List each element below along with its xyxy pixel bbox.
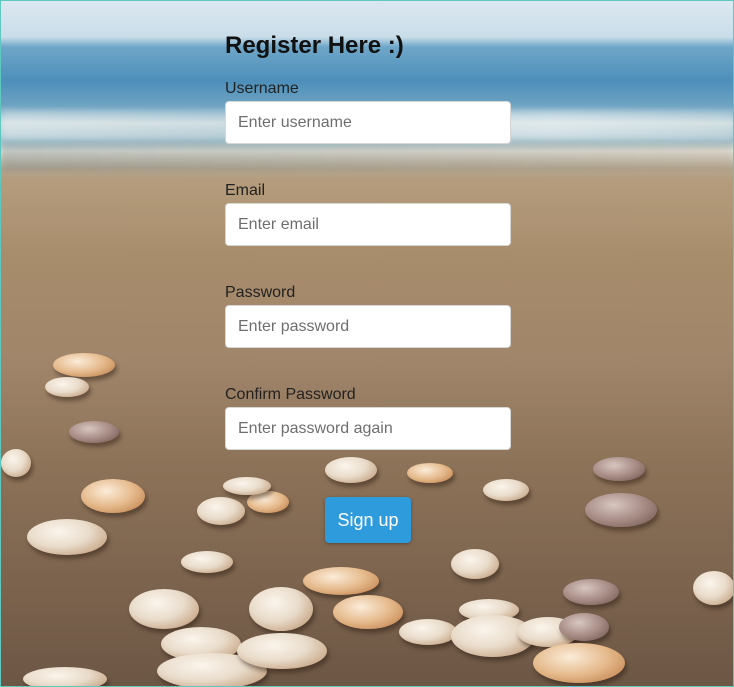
confirm-password-input[interactable] — [225, 407, 511, 450]
shell-decoration — [399, 619, 457, 645]
shell-decoration — [69, 421, 119, 443]
shell-decoration — [45, 377, 89, 397]
shell-decoration — [483, 479, 529, 501]
shell-decoration — [451, 549, 499, 579]
shell-decoration — [407, 463, 453, 483]
shell-decoration — [23, 667, 107, 686]
shell-decoration — [325, 457, 377, 483]
form-title: Register Here :) — [225, 32, 404, 59]
confirm-password-group: Confirm Password — [225, 385, 512, 450]
shell-decoration — [27, 519, 107, 555]
shell-decoration — [249, 587, 313, 631]
shell-decoration — [303, 567, 379, 595]
username-label: Username — [225, 80, 299, 97]
shell-decoration — [237, 633, 327, 669]
shell-decoration — [593, 457, 645, 481]
register-form: Register Here :) Username Email Password… — [225, 29, 512, 543]
shell-decoration — [533, 643, 625, 683]
shell-decoration — [129, 589, 199, 629]
username-input[interactable] — [225, 101, 511, 144]
shell-decoration — [197, 497, 245, 525]
password-label: Password — [225, 284, 296, 301]
shell-decoration — [1, 449, 31, 477]
shell-decoration — [563, 579, 619, 605]
password-group: Password — [225, 283, 512, 348]
shell-decoration — [81, 479, 145, 513]
shell-decoration — [559, 613, 609, 641]
confirm-password-label: Confirm Password — [225, 386, 356, 403]
page-frame: Register Here :) Username Email Password… — [0, 0, 734, 687]
sign-up-button[interactable]: Sign up — [325, 497, 411, 543]
username-group: Username — [225, 79, 512, 144]
email-group: Email — [225, 181, 512, 246]
shell-decoration — [53, 353, 115, 377]
password-input[interactable] — [225, 305, 511, 348]
shell-decoration — [693, 571, 733, 605]
wet-sand — [1, 141, 733, 171]
shell-decoration — [333, 595, 403, 629]
email-input[interactable] — [225, 203, 511, 246]
shell-decoration — [223, 477, 271, 495]
email-label: Email — [225, 182, 266, 199]
shell-decoration — [585, 493, 657, 527]
shell-decoration — [181, 551, 233, 573]
